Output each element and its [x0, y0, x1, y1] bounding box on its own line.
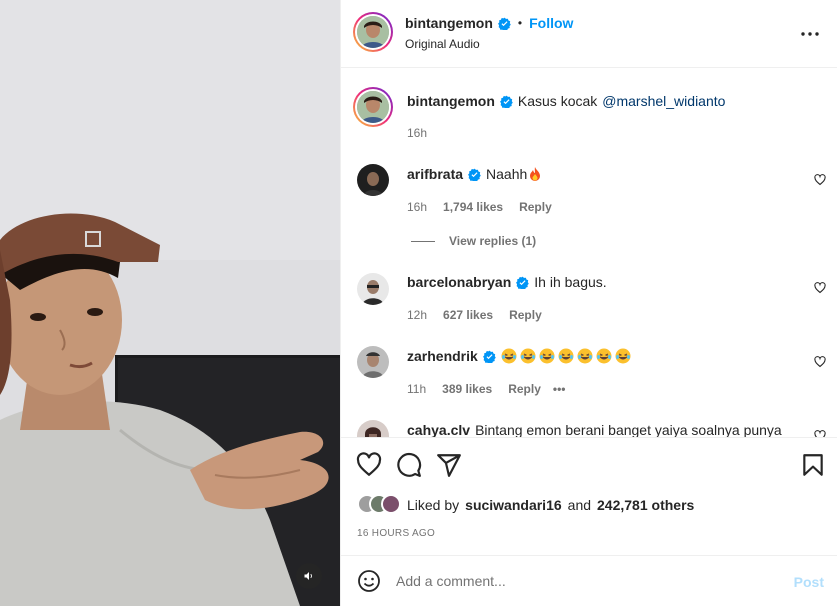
replies-divider [411, 240, 435, 242]
audio-label[interactable]: Original Audio [405, 37, 480, 51]
comment-text: Naahh [486, 166, 528, 182]
post-actions: Liked by suciwandari16 and 242,781 other… [341, 437, 837, 555]
heart-icon[interactable] [814, 282, 826, 294]
follow-button[interactable]: Follow [529, 15, 573, 31]
laughing-emoji-icon [596, 348, 612, 364]
comment-text: Ih ih bagus. [534, 274, 607, 290]
reply-button[interactable]: Reply [508, 382, 541, 396]
comment-likes[interactable]: 389 likes [442, 382, 492, 396]
caption-time[interactable]: 16h [407, 126, 427, 140]
liker-avatars[interactable] [357, 494, 407, 516]
mute-button[interactable] [296, 563, 322, 589]
post-panel: bintangemon • Follow Original Audio bint… [340, 0, 837, 606]
caption-mention[interactable]: @marshel_widianto [602, 93, 725, 109]
comment-input[interactable] [396, 566, 776, 596]
liked-by-prefix: Liked by [407, 497, 460, 513]
comment-more-button[interactable]: ••• [553, 382, 566, 396]
author-avatar[interactable] [353, 12, 393, 52]
liker-avatar [381, 494, 401, 514]
heart-icon[interactable] [814, 430, 826, 437]
laughing-emoji-icon [501, 348, 517, 364]
caption-username[interactable]: bintangemon [407, 93, 495, 109]
post-header: bintangemon • Follow Original Audio [341, 0, 837, 68]
author-username[interactable]: bintangemon [405, 15, 493, 31]
fire-emoji-icon [530, 167, 541, 181]
video-player[interactable] [0, 0, 340, 606]
comment-avatar[interactable] [357, 273, 389, 305]
liked-by-others[interactable]: 242,781 others [597, 497, 694, 513]
liked-by-user[interactable]: suciwandari16 [465, 497, 562, 513]
comment-likes[interactable]: 1,794 likes [443, 200, 503, 214]
laughing-emoji-icon [615, 348, 631, 364]
post-timestamp[interactable]: 16 HOURS AGO [357, 528, 435, 539]
post-button[interactable]: Post [794, 574, 824, 590]
comments-list[interactable]: bintangemon Kasus kocak @marshel_widiant… [341, 69, 837, 437]
comment-icon[interactable] [396, 452, 422, 478]
heart-icon[interactable] [814, 174, 826, 186]
comment-username[interactable]: barcelonabryan [407, 274, 511, 290]
caption-avatar[interactable] [353, 87, 393, 127]
bookmark-icon[interactable] [800, 452, 826, 478]
verified-icon [497, 17, 511, 30]
heart-icon[interactable] [356, 452, 382, 478]
add-comment-bar: Post [341, 555, 837, 606]
verified-icon [516, 276, 530, 289]
verified-icon [468, 168, 481, 181]
video-frame [0, 0, 340, 606]
comment-username[interactable]: cahya.clv [407, 422, 470, 437]
reply-button[interactable]: Reply [519, 200, 552, 214]
view-replies-button[interactable]: View replies (1) [411, 234, 536, 248]
laughing-emoji-icon [558, 348, 574, 364]
mute-icon [304, 572, 312, 580]
comment-time[interactable]: 16h [407, 200, 427, 214]
smile-icon[interactable] [357, 569, 381, 593]
heart-icon[interactable] [814, 356, 826, 368]
comment-avatar[interactable] [357, 420, 389, 437]
comment-username[interactable]: zarhendrik [407, 348, 478, 364]
verified-icon [482, 350, 496, 363]
laughing-emoji-group [501, 348, 631, 364]
view-replies-label: View replies (1) [449, 234, 537, 248]
liked-by-and: and [567, 497, 592, 513]
comment-username[interactable]: arifbrata [407, 166, 463, 182]
verified-icon [499, 95, 513, 108]
share-icon[interactable] [436, 452, 462, 478]
comment-text: Bintang emon berani banget yaiya soalnya… [475, 422, 782, 437]
reply-button[interactable]: Reply [509, 308, 542, 322]
laughing-emoji-icon [539, 348, 555, 364]
separator-dot: • [517, 16, 523, 30]
more-icon [801, 32, 819, 36]
laughing-emoji-icon [577, 348, 593, 364]
comment-time[interactable]: 12h [407, 308, 427, 322]
comment-likes[interactable]: 627 likes [443, 308, 493, 322]
comment-avatar[interactable] [357, 164, 389, 196]
comment-time[interactable]: 11h [407, 382, 426, 396]
laughing-emoji-icon [520, 348, 536, 364]
caption-text: Kasus kocak [517, 93, 598, 109]
more-options-button[interactable] [798, 22, 822, 46]
comment-avatar[interactable] [357, 346, 389, 378]
liked-by-row: Liked by suciwandari16 and 242,781 other… [357, 494, 694, 516]
